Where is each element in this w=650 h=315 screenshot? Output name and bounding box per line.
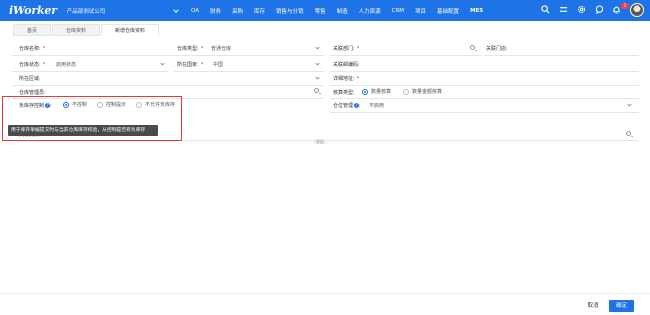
ok-button[interactable]: 确定 xyxy=(609,300,634,312)
cancel-button[interactable]: 取消 xyxy=(582,300,604,312)
postal-code-label: 关联邮编码: xyxy=(333,62,360,68)
location-mgmt-underline xyxy=(330,112,639,113)
chevron-down-icon[interactable] xyxy=(627,102,632,107)
calc-type-label: 核算类型: xyxy=(333,90,355,96)
postal-code-input[interactable] xyxy=(330,71,639,72)
related-store-label: 关联门店: xyxy=(486,46,508,52)
help-icon[interactable]: ? xyxy=(354,103,360,108)
warehouse-status-value[interactable]: 启用状态 xyxy=(56,61,76,68)
calc-type-amount-radio[interactable]: 数量金额核算 xyxy=(403,88,442,95)
calc-type-quantity-radio[interactable]: 数量核算 xyxy=(362,88,391,95)
calc-type-underline xyxy=(330,98,639,99)
related-store-input[interactable] xyxy=(484,55,639,56)
footer-bar: 取消 确定 xyxy=(0,293,650,315)
country-value[interactable]: 中国 xyxy=(213,61,223,68)
chevron-down-icon[interactable] xyxy=(315,75,320,80)
radio-unchecked-icon xyxy=(403,88,409,95)
address-label: 详细地址: * xyxy=(333,76,360,82)
warehouse-name-label: 仓库名称: * xyxy=(19,46,46,52)
radio-checked-icon xyxy=(362,88,368,95)
search-icon[interactable] xyxy=(626,131,631,136)
collapse-toggle[interactable]: 收起 xyxy=(313,139,327,144)
location-mgmt-value[interactable]: 不启用 xyxy=(369,102,384,109)
search-icon[interactable] xyxy=(470,45,475,50)
country-label: 所在国家: * xyxy=(177,62,204,68)
related-dept-input[interactable] xyxy=(330,55,482,56)
manager-label: 仓库管理员: xyxy=(19,90,46,96)
warehouse-status-label: 仓库状态: * xyxy=(19,62,46,68)
highlight-box xyxy=(2,96,182,141)
warehouse-form: 仓库名称: * 仓库类型: * 普通仓库 关联部门: * 关联门店: 仓库状态: * 启… xyxy=(0,0,650,150)
region-select[interactable] xyxy=(12,85,324,86)
chevron-down-icon[interactable] xyxy=(315,61,320,66)
chevron-down-icon[interactable] xyxy=(315,45,320,50)
address-input[interactable] xyxy=(330,85,639,86)
warehouse-type-label: 仓库类型: * xyxy=(177,46,204,52)
related-dept-label: 关联部门: * xyxy=(333,46,360,52)
region-label: 所在区域: xyxy=(19,76,41,82)
warehouse-name-input[interactable] xyxy=(12,55,324,56)
search-icon[interactable] xyxy=(314,88,319,93)
warehouse-type-value[interactable]: 普通仓库 xyxy=(211,45,231,52)
warehouse-status-underline xyxy=(12,71,168,72)
country-underline xyxy=(174,71,324,72)
chevron-down-icon[interactable] xyxy=(160,61,165,66)
location-mgmt-label: 仓位管理?: xyxy=(333,103,361,109)
